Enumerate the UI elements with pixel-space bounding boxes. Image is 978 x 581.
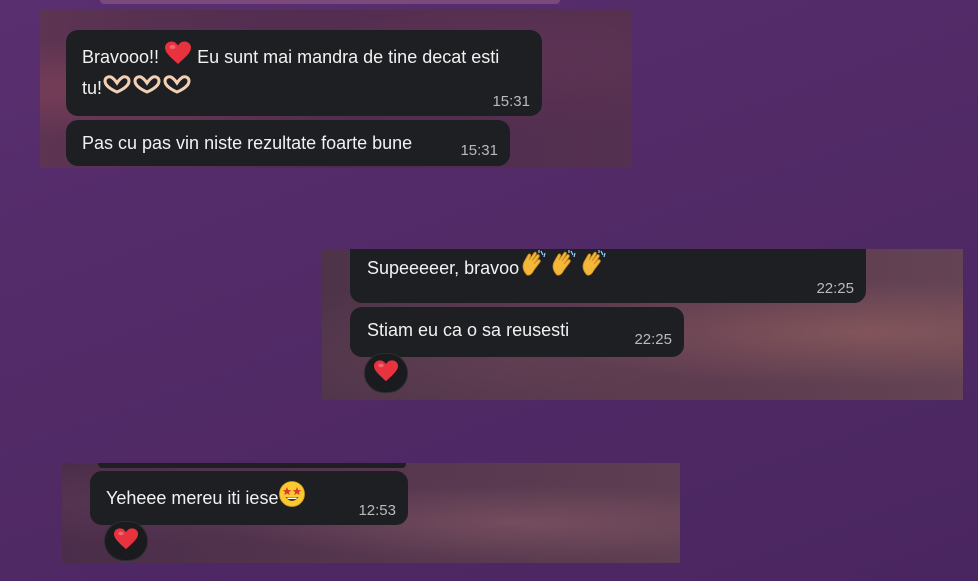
message-text: Stiam eu ca o sa reusesti [367,320,570,340]
message-text: Supeeeeer, bravoo [367,257,520,278]
message-timestamp: 12:53 [358,502,396,519]
reaction-badge[interactable] [104,521,148,561]
message-text-line: Supeeeeer, bravoo [367,249,609,289]
message-timestamp: 22:25 [816,280,854,297]
star-struck-face-icon [278,480,306,518]
heart-hands-icon [102,73,132,105]
message-bubble[interactable]: Pas cu pas vin niste rezultate foarte bu… [66,120,510,166]
message-text: Yeheee mereu iti iese [106,487,279,508]
chat-crop-1: Bravooo!! Eu sunt mai mandra de tine dec… [40,10,632,168]
message-timestamp: 15:31 [492,93,530,110]
top-edge-accent [100,0,560,4]
clapping-hands-icon [549,249,579,289]
heart-hands-icon [162,73,192,105]
message-text: Pas cu pas vin niste rezultate foarte bu… [82,133,413,153]
red-heart-icon [164,40,192,76]
message-text: Eu sunt mai mandra de tine decat esti [197,46,500,67]
message-text-line: tu! [82,72,192,105]
message-text-line: Bravooo!! Eu sunt mai mandra de tine dec… [82,40,499,76]
clapping-hands-icon [519,249,549,289]
red-heart-icon [373,359,399,388]
chat-crop-3: Yeheee mereu iti iese 12:53 [62,463,680,563]
message-timestamp: 22:25 [634,331,672,348]
message-text: Bravooo!! [82,46,160,67]
message-bubble[interactable]: Bravooo!! Eu sunt mai mandra de tine dec… [66,30,542,116]
message-timestamp: 15:31 [460,142,498,159]
chat-crop-2: Supeeeeer, bravoo 22:25 Stiam eu ca o sa [322,249,963,400]
message-text-line: Yeheee mereu iti iese [106,480,306,518]
heart-hands-icon [132,73,162,105]
clapping-hands-icon [579,249,609,289]
red-heart-icon [113,527,139,556]
previous-message-edge [98,463,406,468]
message-text: tu! [82,78,103,98]
message-bubble[interactable]: Supeeeeer, bravoo 22:25 [350,249,866,303]
reaction-badge[interactable] [364,353,408,393]
message-bubble[interactable]: Stiam eu ca o sa reusesti 22:25 [350,307,684,357]
message-bubble[interactable]: Yeheee mereu iti iese 12:53 [90,471,408,525]
chat-screenshot-collage: { "group_1": { "messages": [ { "text_lin… [0,0,978,581]
